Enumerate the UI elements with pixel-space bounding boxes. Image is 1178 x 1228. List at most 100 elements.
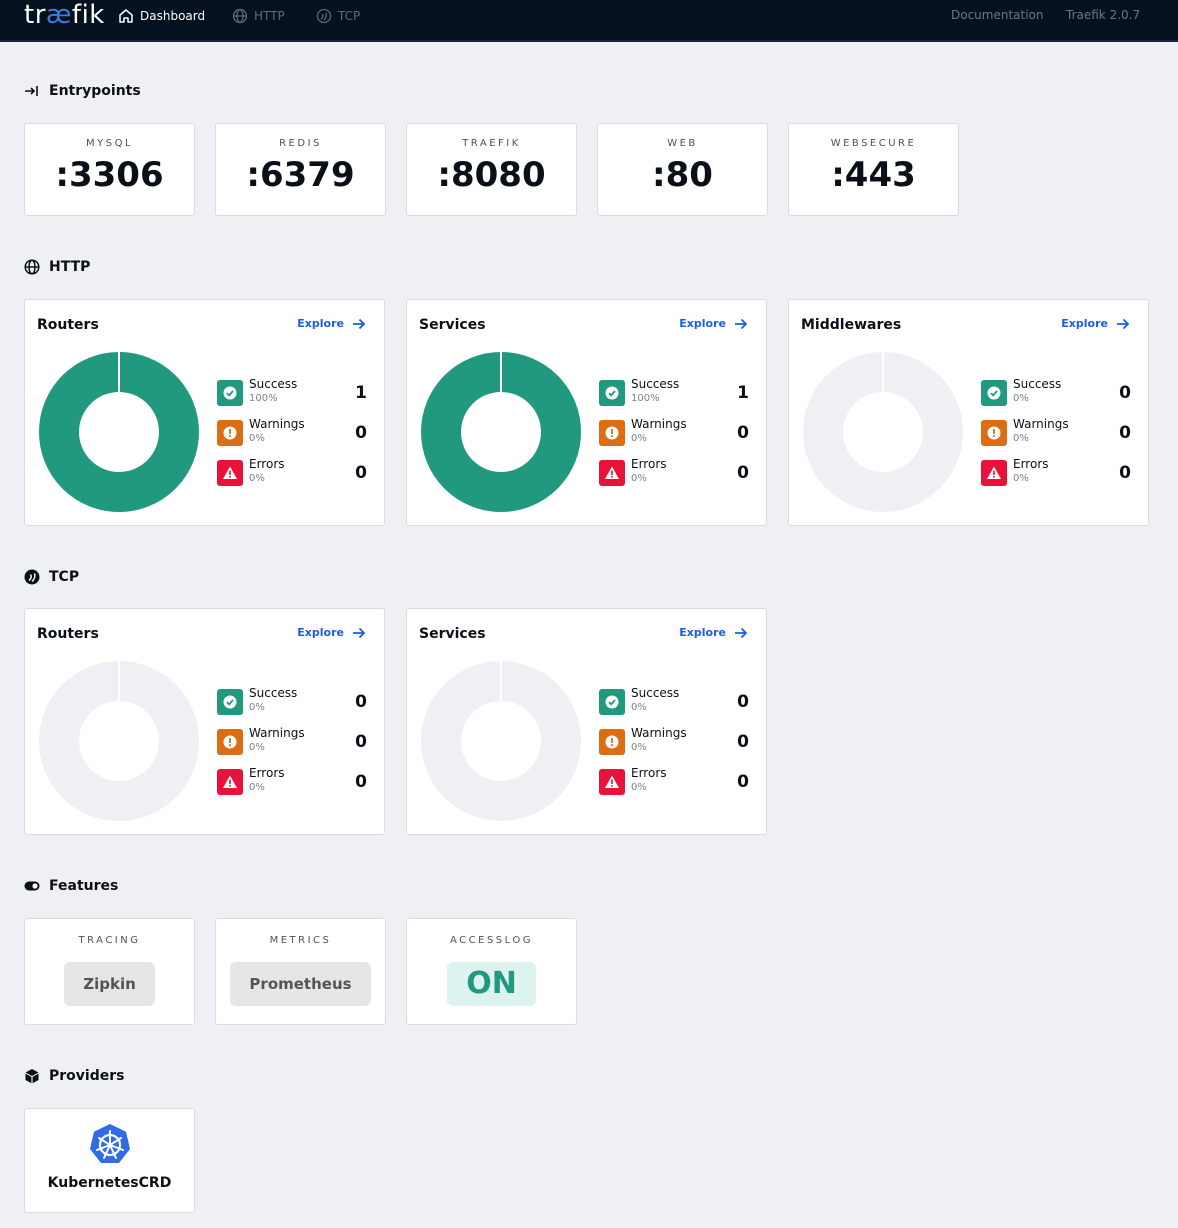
feature-value: Prometheus (230, 962, 371, 1006)
entrypoint-port: :3306 (55, 155, 164, 195)
entrypoint-card-redis[interactable]: REDIS :6379 (215, 123, 386, 216)
feature-card-accesslog: ACCESSLOG ON (406, 918, 577, 1025)
legend-label: Errors (1013, 457, 1049, 471)
features-title: Features (49, 878, 119, 894)
providers-heading: Providers (24, 1068, 124, 1084)
arrow-right-icon (735, 627, 748, 638)
card-title: Routers (37, 626, 99, 642)
legend-warnings: Warnings 0% 0 (599, 417, 749, 447)
status-donut-chart (803, 352, 963, 512)
entrypoint-name: WEBSECURE (830, 138, 917, 149)
explore-label: Explore (1061, 317, 1108, 330)
legend-label: Warnings (631, 417, 687, 431)
legend-label: Errors (631, 457, 667, 471)
legend-count: 0 (355, 772, 367, 792)
legend-errors: Errors 0% 0 (599, 457, 749, 487)
nav-http[interactable]: HTTP (232, 8, 285, 24)
entrypoint-port: :8080 (437, 155, 546, 195)
errors-icon (981, 460, 1007, 486)
explore-label: Explore (297, 317, 344, 330)
legend-warnings: Warnings 0% 0 (981, 417, 1131, 447)
logo-text-ae: æ (45, 0, 72, 30)
legend-warnings: Warnings 0% 0 (217, 726, 367, 756)
documentation-link[interactable]: Documentation (951, 8, 1044, 22)
legend-label: Warnings (249, 417, 305, 431)
legend-count: 0 (737, 423, 749, 443)
success-icon (217, 689, 243, 715)
nav-tcp[interactable]: TCP (316, 8, 360, 24)
warnings-icon (217, 420, 243, 446)
entrypoint-port: :443 (831, 155, 916, 195)
feature-name: ACCESSLOG (450, 935, 533, 946)
legend-success: Success 0% 0 (981, 377, 1131, 407)
entrypoint-card-traefik[interactable]: TRAEFIK :8080 (406, 123, 577, 216)
success-icon (599, 380, 625, 406)
entrypoint-port: :80 (652, 155, 713, 195)
legend-percent: 0% (631, 702, 647, 713)
legend-percent: 0% (249, 433, 265, 444)
legend-count: 0 (355, 692, 367, 712)
entrypoint-card-web[interactable]: WEB :80 (597, 123, 768, 216)
stat-card-http-services: Services Explore Success 100% 1 Warnings… (406, 299, 767, 526)
errors-icon (599, 460, 625, 486)
legend-label: Success (631, 686, 680, 700)
explore-label: Explore (679, 626, 726, 639)
legend-count: 0 (737, 463, 749, 483)
legend-count: 0 (737, 692, 749, 712)
explore-link[interactable]: Explore (679, 317, 748, 330)
traefik-logo[interactable]: træfik (24, 0, 105, 30)
success-icon (217, 380, 243, 406)
card-title: Services (419, 317, 486, 333)
legend-count: 0 (737, 732, 749, 752)
warnings-icon (217, 729, 243, 755)
legend-percent: 100% (631, 393, 660, 404)
warnings-icon (981, 420, 1007, 446)
tcp-heading: TCP (24, 569, 79, 585)
legend-count: 1 (737, 383, 749, 403)
legend-warnings: Warnings 0% 0 (217, 417, 367, 447)
explore-link[interactable]: Explore (1061, 317, 1130, 330)
status-donut-chart (39, 352, 199, 512)
legend-success: Success 0% 0 (599, 686, 749, 716)
entrypoint-card-mysql[interactable]: MYSQL :3306 (24, 123, 195, 216)
arrow-right-icon (1117, 318, 1130, 329)
legend-label: Success (249, 686, 298, 700)
success-icon (981, 380, 1007, 406)
legend-label: Warnings (249, 726, 305, 740)
explore-link[interactable]: Explore (297, 317, 366, 330)
entrypoint-name: TRAEFIK (462, 138, 521, 149)
nav-dashboard[interactable]: Dashboard (118, 8, 205, 24)
feature-name: METRICS (269, 935, 332, 946)
legend-count: 0 (1119, 463, 1131, 483)
cube-icon (25, 1069, 39, 1084)
feature-card-metrics: METRICS Prometheus (215, 918, 386, 1025)
warnings-icon (599, 420, 625, 446)
legend-percent: 0% (249, 702, 265, 713)
legend-percent: 0% (631, 433, 647, 444)
globe-icon (24, 259, 40, 275)
card-title: Services (419, 626, 486, 642)
card-title: Middlewares (801, 317, 902, 333)
logo-text-end: fik (71, 0, 105, 30)
legend-label: Errors (631, 766, 667, 780)
legend-count: 0 (737, 772, 749, 792)
entrypoint-name: MYSQL (85, 138, 134, 149)
provider-name: KubernetesCRD (47, 1175, 172, 1191)
entrypoints-heading: Entrypoints (24, 83, 141, 99)
legend-success: Success 0% 0 (217, 686, 367, 716)
status-donut-chart (421, 661, 581, 821)
entrypoint-card-websecure[interactable]: WEBSECURE :443 (788, 123, 959, 216)
legend-label: Success (1013, 377, 1062, 391)
http-title: HTTP (49, 259, 91, 275)
explore-link[interactable]: Explore (679, 626, 748, 639)
legend-errors: Errors 0% 0 (599, 766, 749, 796)
legend-percent: 0% (249, 473, 265, 484)
explore-link[interactable]: Explore (297, 626, 366, 639)
legend-count: 0 (355, 423, 367, 443)
legend-count: 0 (355, 732, 367, 752)
http-heading: HTTP (24, 259, 90, 275)
provider-card-kubernetescrd[interactable]: KubernetesCRD (24, 1108, 195, 1213)
legend-percent: 0% (1013, 393, 1029, 404)
stat-card-http-routers: Routers Explore Success 100% 1 Warnings … (24, 299, 385, 526)
errors-icon (599, 769, 625, 795)
